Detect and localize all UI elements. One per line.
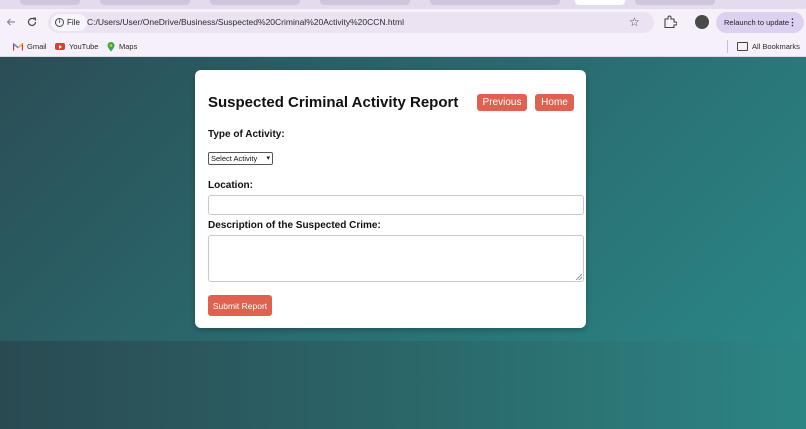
page-background: Suspected Criminal Activity Report Previ…	[0, 57, 806, 429]
extensions-puzzle-icon[interactable]	[663, 15, 678, 29]
url-text[interactable]: C:/Users/User/OneDrive/Business/Suspecte…	[87, 17, 404, 27]
browser-toolbar: i File C:/Users/User/OneDrive/Business/S…	[0, 9, 806, 36]
bookmark-label: Gmail	[27, 42, 47, 51]
bookmark-youtube[interactable]: YouTube	[55, 40, 98, 53]
info-icon: i	[55, 18, 64, 27]
chevron-down-icon: ▾	[266, 155, 270, 162]
gmail-icon	[12, 42, 24, 51]
profile-avatar-icon[interactable]	[695, 15, 709, 29]
bookmarks-divider	[727, 40, 728, 53]
site-chip-label: File	[67, 18, 80, 27]
tab[interactable]	[430, 0, 560, 5]
tab[interactable]	[20, 0, 80, 5]
bookmarks-bar: Gmail YouTube Maps All Bookmarks	[0, 36, 806, 57]
tab[interactable]	[320, 0, 410, 5]
relaunch-button[interactable]: Relaunch to update ⋮	[716, 12, 804, 33]
bookmark-label: YouTube	[69, 42, 99, 51]
bookmark-gmail[interactable]: Gmail	[12, 40, 47, 53]
site-info-chip[interactable]: i File	[51, 14, 87, 31]
reload-icon[interactable]	[23, 14, 41, 32]
bookmark-maps[interactable]: Maps	[107, 40, 137, 53]
all-bookmarks-button[interactable]: All Bookmarks	[737, 40, 800, 53]
activity-type-select[interactable]: Select Activity ▾	[208, 152, 273, 165]
tab-active[interactable]	[575, 0, 625, 5]
description-label: Description of the Suspected Crime:	[208, 220, 381, 231]
tab[interactable]	[210, 0, 300, 5]
previous-button[interactable]: Previous	[477, 94, 527, 111]
location-input[interactable]	[208, 195, 584, 215]
more-menu-icon[interactable]: ⋮	[788, 16, 797, 28]
description-textarea[interactable]	[208, 235, 584, 282]
bookmark-label: Maps	[119, 42, 138, 51]
activity-type-label: Type of Activity:	[208, 129, 285, 140]
tab[interactable]	[100, 0, 190, 5]
all-bookmarks-label: All Bookmarks	[752, 42, 800, 51]
report-form-card: Suspected Criminal Activity Report Previ…	[195, 70, 586, 328]
folder-icon	[737, 42, 748, 51]
tab-strip	[0, 0, 806, 9]
home-button[interactable]: Home	[535, 94, 574, 111]
activity-type-selected: Select Activity	[211, 154, 258, 163]
page-title: Suspected Criminal Activity Report	[208, 94, 459, 111]
location-label: Location:	[208, 180, 253, 191]
page-lower-band	[0, 341, 806, 429]
relaunch-label: Relaunch to update	[724, 18, 790, 27]
bookmark-star-icon[interactable]: ☆	[629, 15, 640, 29]
back-arrow-icon[interactable]	[2, 14, 20, 32]
submit-report-button[interactable]: Submit Report	[208, 295, 272, 316]
tab[interactable]	[635, 0, 715, 5]
address-bar[interactable]: i File C:/Users/User/OneDrive/Business/S…	[48, 12, 654, 33]
resize-grip-icon[interactable]	[576, 274, 582, 280]
maps-icon	[107, 41, 115, 52]
youtube-icon	[55, 43, 65, 50]
